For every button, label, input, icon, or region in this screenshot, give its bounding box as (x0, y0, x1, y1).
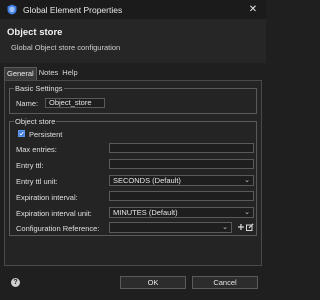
tab-help[interactable]: Help (60, 67, 79, 80)
edit-reference-icon[interactable] (246, 223, 254, 231)
name-field[interactable]: Object_store (45, 98, 105, 108)
dialog-subtitle: Global Object store configuration (11, 43, 121, 52)
add-reference-icon[interactable] (237, 223, 245, 231)
entry-ttl-unit-select[interactable]: SECONDS (Default) ⌄ (109, 175, 254, 186)
expiration-interval-unit-value: MINUTES (Default) (113, 208, 178, 217)
help-icon[interactable]: ? (11, 278, 20, 287)
expiration-interval-unit-select[interactable]: MINUTES (Default) ⌄ (109, 207, 254, 218)
chevron-down-icon: ⌄ (244, 209, 250, 216)
ok-button[interactable]: OK (120, 276, 186, 289)
entry-ttl-unit-label: Entry ttl unit: (16, 177, 58, 186)
tab-notes[interactable]: Notes (37, 67, 61, 80)
tab-general[interactable]: General (4, 67, 37, 80)
max-entries-label: Max entries: (16, 145, 57, 154)
basic-settings-legend: Basic Settings (14, 84, 64, 93)
persistent-checkbox[interactable] (18, 130, 25, 137)
expiration-interval-unit-label: Expiration interval unit: (16, 209, 92, 218)
checkmark-icon (19, 131, 24, 136)
chevron-down-icon: ⌄ (244, 177, 250, 184)
dialog-header: Object store Global Object store configu… (0, 19, 266, 63)
name-label: Name: (16, 99, 39, 108)
window-titlebar: Global Element Properties ✕ (0, 0, 266, 19)
object-store-group: Object store Persistent Max entries: Ent… (9, 117, 257, 236)
configuration-reference-select[interactable]: ⌄ (109, 222, 232, 233)
expiration-interval-field[interactable] (109, 191, 254, 201)
object-store-legend: Object store (14, 117, 57, 126)
cancel-button[interactable]: Cancel (192, 276, 258, 289)
basic-settings-group: Basic Settings Name: Object_store (9, 84, 257, 114)
close-icon[interactable]: ✕ (246, 3, 260, 16)
entry-ttl-unit-value: SECONDS (Default) (113, 176, 181, 185)
app-logo-icon (6, 4, 17, 15)
max-entries-field[interactable] (109, 143, 254, 153)
chevron-down-icon: ⌄ (222, 224, 228, 231)
configuration-reference-label: Configuration Reference: (16, 224, 100, 233)
expiration-interval-label: Expiration interval: (16, 193, 78, 202)
persistent-label: Persistent (29, 130, 63, 139)
entry-ttl-field[interactable] (109, 159, 254, 169)
window-title: Global Element Properties (23, 4, 123, 15)
tab-bar: General Notes Help (4, 67, 80, 80)
dialog-title: Object store (7, 27, 63, 38)
general-tab-panel: Basic Settings Name: Object_store Object… (4, 80, 262, 266)
entry-ttl-label: Entry ttl: (16, 161, 44, 170)
